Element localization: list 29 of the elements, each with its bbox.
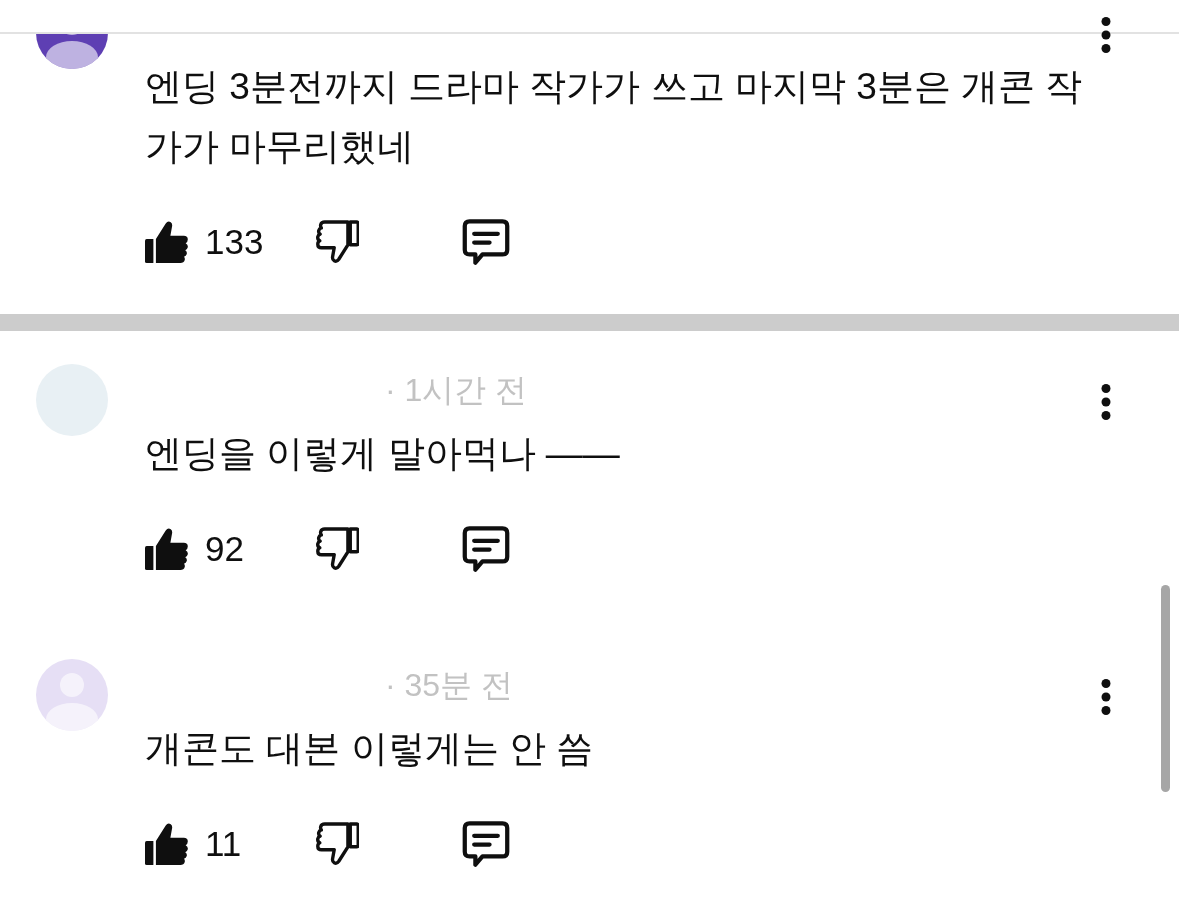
- thumbs-down-icon: [315, 220, 359, 264]
- dislike-button[interactable]: [315, 220, 359, 264]
- thumbs-up-icon: [145, 527, 188, 571]
- like-button[interactable]: 92: [145, 527, 244, 571]
- more-button[interactable]: [1101, 679, 1111, 715]
- comment-icon: [462, 821, 510, 867]
- reply-button[interactable]: [462, 219, 510, 265]
- more-icon: [1101, 17, 1111, 53]
- reply-button[interactable]: [462, 821, 510, 867]
- thumbs-up-icon: [145, 220, 188, 264]
- comment-text: 엔딩을 이렇게 말아먹나 ——: [145, 432, 621, 476]
- thumbs-up-icon: [145, 822, 188, 866]
- dislike-button[interactable]: [315, 527, 359, 571]
- comment-text: 엔딩 3분전까지 드라마 작가가 쓰고 마지막 3분은 개콘 작가가 마무리했네: [145, 65, 1084, 169]
- more-icon: [1101, 384, 1111, 420]
- comment-icon: [462, 219, 510, 265]
- comment-time: · 35분 전: [385, 666, 514, 705]
- like-button[interactable]: 11: [145, 822, 242, 866]
- like-button[interactable]: 133: [145, 220, 264, 264]
- thumbs-down-icon: [315, 822, 359, 866]
- reply-button[interactable]: [462, 526, 510, 572]
- more-icon: [1101, 679, 1111, 715]
- comment-time: · 1시간 전: [385, 371, 528, 410]
- dislike-button[interactable]: [315, 822, 359, 866]
- thumbs-down-icon: [315, 527, 359, 571]
- comment-icon: [462, 526, 510, 572]
- more-button[interactable]: [1101, 17, 1111, 53]
- comment-text: 개콘도 대본 이렇게는 안 씀: [145, 727, 595, 771]
- more-button[interactable]: [1101, 384, 1111, 420]
